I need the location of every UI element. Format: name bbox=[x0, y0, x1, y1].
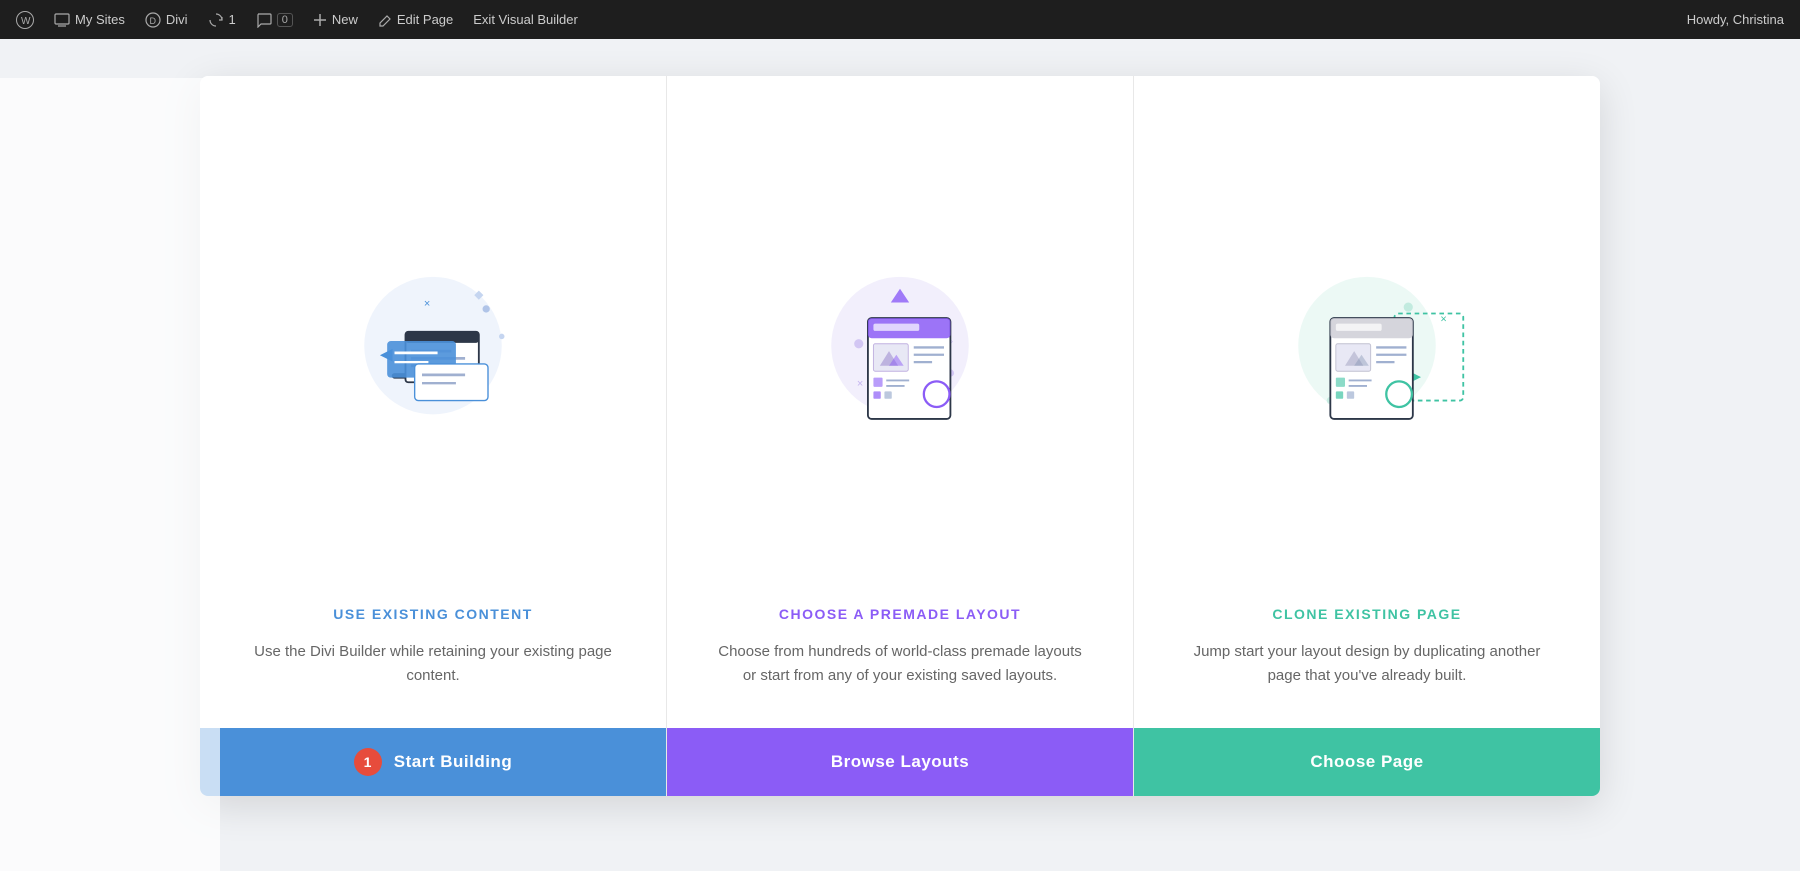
wordpress-logo-item[interactable]: W bbox=[16, 11, 34, 29]
comments-count: 0 bbox=[277, 13, 293, 27]
svg-text:D: D bbox=[149, 16, 156, 26]
top-navigation: W My Sites D Divi 1 0 New bbox=[0, 0, 1800, 39]
browse-layouts-button[interactable]: Browse Layouts bbox=[667, 728, 1133, 796]
card-choose-layout-desc: Choose from hundreds of world-class prem… bbox=[717, 640, 1083, 688]
svg-text:×: × bbox=[857, 377, 863, 389]
illustration-choose-layout: ◇ × bbox=[770, 76, 1030, 586]
card-choose-layout-content: CHOOSE A PREMADE LAYOUT Choose from hund… bbox=[667, 586, 1133, 728]
svg-text:×: × bbox=[424, 298, 430, 310]
sidebar-hint bbox=[0, 78, 220, 871]
exit-builder-label: Exit Visual Builder bbox=[473, 12, 578, 27]
updates-item[interactable]: 1 bbox=[208, 12, 236, 28]
main-area: × ◀ bbox=[0, 39, 1800, 832]
new-item[interactable]: New bbox=[313, 12, 358, 27]
sites-icon bbox=[54, 12, 70, 28]
card-use-existing: × ◀ bbox=[200, 76, 667, 796]
card-choose-layout-title: CHOOSE A PREMADE LAYOUT bbox=[717, 606, 1083, 622]
card-use-existing-content: USE EXISTING CONTENT Use the Divi Builde… bbox=[200, 586, 666, 728]
choose-page-button[interactable]: Choose Page bbox=[1134, 728, 1600, 796]
edit-page-item[interactable]: Edit Page bbox=[378, 12, 453, 27]
card-clone-page: ◇ × ▶ bbox=[1134, 76, 1600, 796]
updates-icon bbox=[208, 12, 224, 28]
edit-page-label: Edit Page bbox=[397, 12, 453, 27]
start-building-badge: 1 bbox=[354, 748, 382, 776]
divi-item[interactable]: D Divi bbox=[145, 12, 188, 28]
my-sites-label: My Sites bbox=[75, 12, 125, 27]
card-clone-page-title: CLONE EXISTING PAGE bbox=[1184, 606, 1550, 622]
card-use-existing-desc: Use the Divi Builder while retaining you… bbox=[250, 640, 616, 688]
choose-page-label: Choose Page bbox=[1310, 752, 1423, 772]
svg-text:×: × bbox=[1440, 313, 1446, 325]
cards-container: × ◀ bbox=[200, 76, 1600, 796]
my-sites-item[interactable]: My Sites bbox=[54, 12, 125, 28]
start-building-label: Start Building bbox=[394, 752, 512, 772]
comments-icon bbox=[256, 12, 272, 28]
new-label: New bbox=[332, 12, 358, 27]
updates-count: 1 bbox=[229, 12, 236, 27]
card-clone-page-desc: Jump start your layout design by duplica… bbox=[1184, 640, 1550, 688]
edit-icon bbox=[378, 13, 392, 27]
user-greeting: Howdy, Christina bbox=[1687, 12, 1784, 27]
divi-label: Divi bbox=[166, 12, 188, 27]
divi-icon: D bbox=[145, 12, 161, 28]
illustration-clone-page: ◇ × ▶ bbox=[1237, 76, 1497, 586]
card-choose-layout: ◇ × bbox=[667, 76, 1134, 796]
exit-builder-item[interactable]: Exit Visual Builder bbox=[473, 12, 578, 27]
illustration-use-existing: × ◀ bbox=[303, 76, 563, 586]
svg-text:W: W bbox=[21, 16, 31, 27]
start-building-button[interactable]: 1 Start Building bbox=[200, 728, 666, 796]
comments-item[interactable]: 0 bbox=[256, 12, 293, 28]
card-clone-page-content: CLONE EXISTING PAGE Jump start your layo… bbox=[1134, 586, 1600, 728]
browse-layouts-label: Browse Layouts bbox=[831, 752, 969, 772]
wordpress-icon: W bbox=[16, 11, 34, 29]
card-use-existing-title: USE EXISTING CONTENT bbox=[250, 606, 616, 622]
plus-icon bbox=[313, 13, 327, 27]
